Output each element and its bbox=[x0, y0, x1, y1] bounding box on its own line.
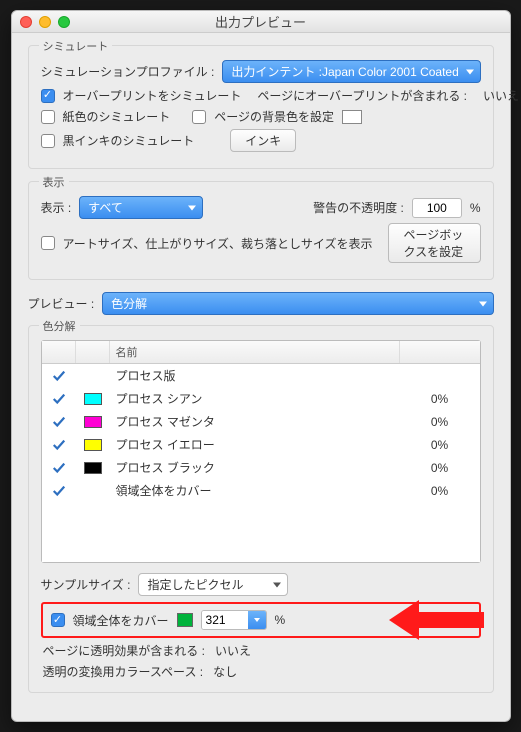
table-row[interactable]: プロセス イエロー0% bbox=[42, 433, 480, 456]
row-name: プロセス シアン bbox=[110, 388, 400, 409]
page-overprint-value: いいえ bbox=[483, 87, 519, 104]
transparency-value: いいえ bbox=[215, 642, 251, 659]
row-name: プロセス マゼンタ bbox=[110, 411, 400, 432]
pagebox-button[interactable]: ページボックスを設定 bbox=[388, 223, 480, 263]
row-name: 領域全体をカバー bbox=[110, 480, 400, 501]
coverage-combo[interactable] bbox=[201, 610, 267, 630]
color-chip bbox=[84, 439, 102, 451]
sample-label: サンプルサイズ : bbox=[41, 576, 131, 593]
display-group: 表示 表示 : すべて 警告の不透明度 : % アートサイズ、仕上がりサイズ、裁… bbox=[28, 181, 494, 280]
artsize-label: アートサイズ、仕上がりサイズ、裁ち落としサイズを表示 bbox=[63, 235, 373, 252]
window-title: 出力プレビュー bbox=[12, 12, 510, 31]
color-chip bbox=[84, 416, 102, 428]
sample-select[interactable]: 指定したピクセル bbox=[138, 573, 288, 596]
table-header: 名前 bbox=[42, 341, 480, 364]
color-chip bbox=[84, 462, 102, 474]
blackink-checkbox[interactable] bbox=[41, 134, 55, 148]
simulate-label: シミュレート bbox=[39, 38, 113, 54]
preview-value: 色分解 bbox=[111, 295, 147, 312]
color-chip bbox=[84, 393, 102, 405]
table-spacer bbox=[42, 502, 480, 562]
coverage-highlight: 領域全体をカバー % bbox=[41, 602, 481, 638]
separations-table: 名前 プロセス版プロセス シアン0%プロセス マゼンタ0%プロセス イエロー0%… bbox=[41, 340, 481, 563]
check-icon[interactable] bbox=[52, 461, 66, 475]
display-select[interactable]: すべて bbox=[79, 196, 203, 219]
check-icon[interactable] bbox=[52, 369, 66, 383]
row-value: 0% bbox=[400, 392, 480, 406]
colorspace-value: なし bbox=[213, 663, 237, 680]
check-icon[interactable] bbox=[52, 415, 66, 429]
table-row[interactable]: プロセス マゼンタ0% bbox=[42, 410, 480, 433]
bgcolor-label: ページの背景色を設定 bbox=[214, 108, 334, 125]
row-value: 0% bbox=[400, 438, 480, 452]
sample-value: 指定したピクセル bbox=[147, 576, 243, 593]
coverage-label: 領域全体をカバー bbox=[73, 612, 169, 629]
chevron-down-icon[interactable] bbox=[248, 611, 266, 629]
preview-label: プレビュー : bbox=[28, 295, 95, 312]
red-arrow-icon bbox=[389, 595, 489, 645]
artsize-checkbox[interactable] bbox=[41, 236, 55, 250]
header-name: 名前 bbox=[110, 341, 400, 363]
row-name: プロセス イエロー bbox=[110, 434, 400, 455]
row-name: プロセス版 bbox=[110, 365, 400, 386]
percent-1: % bbox=[470, 201, 481, 215]
display-group-label: 表示 bbox=[39, 174, 69, 190]
preview-select[interactable]: 色分解 bbox=[102, 292, 493, 315]
separations-group: 色分解 名前 プロセス版プロセス シアン0%プロセス マゼンタ0%プロセス イエ… bbox=[28, 325, 494, 693]
display-label: 表示 : bbox=[41, 199, 72, 216]
table-row[interactable]: 領域全体をカバー0% bbox=[42, 479, 480, 502]
bgcolor-checkbox[interactable] bbox=[192, 110, 206, 124]
ink-button[interactable]: インキ bbox=[230, 129, 296, 152]
percent-2: % bbox=[275, 613, 286, 627]
separations-label: 色分解 bbox=[39, 318, 80, 334]
overprint-checkbox[interactable] bbox=[41, 89, 55, 103]
simulate-group: シミュレート シミュレーションプロファイル : 出力インテント :Japan C… bbox=[28, 45, 494, 169]
overprint-label: オーバープリントをシミュレート bbox=[63, 87, 242, 104]
coverage-input[interactable] bbox=[202, 611, 248, 629]
page-overprint-label: ページにオーバープリントが含まれる : bbox=[257, 87, 467, 104]
row-name: プロセス ブラック bbox=[110, 457, 400, 478]
profile-value: 出力インテント :Japan Color 2001 Coated bbox=[231, 63, 458, 80]
content: シミュレート シミュレーションプロファイル : 出力インテント :Japan C… bbox=[12, 33, 510, 721]
coverage-swatch[interactable] bbox=[177, 613, 193, 627]
transparency-label: ページに透明効果が含まれる : bbox=[43, 642, 205, 659]
check-icon[interactable] bbox=[52, 438, 66, 452]
bgcolor-swatch[interactable] bbox=[342, 110, 362, 124]
check-icon[interactable] bbox=[52, 392, 66, 406]
row-value: 0% bbox=[400, 484, 480, 498]
table-row[interactable]: プロセス ブラック0% bbox=[42, 456, 480, 479]
paper-label: 紙色のシミュレート bbox=[63, 108, 171, 125]
titlebar[interactable]: 出力プレビュー bbox=[12, 11, 510, 33]
colorspace-label: 透明の変換用カラースペース : bbox=[43, 663, 204, 680]
profile-select[interactable]: 出力インテント :Japan Color 2001 Coated bbox=[222, 60, 480, 83]
table-row[interactable]: プロセス シアン0% bbox=[42, 387, 480, 410]
warning-opacity-label: 警告の不透明度 : bbox=[313, 199, 404, 216]
blackink-label: 黒インキのシミュレート bbox=[63, 132, 195, 149]
display-value: すべて bbox=[88, 199, 123, 216]
coverage-checkbox[interactable] bbox=[51, 613, 65, 627]
paper-checkbox[interactable] bbox=[41, 110, 55, 124]
check-icon[interactable] bbox=[52, 484, 66, 498]
profile-label: シミュレーションプロファイル : bbox=[41, 63, 215, 80]
table-row[interactable]: プロセス版 bbox=[42, 364, 480, 387]
window: 出力プレビュー シミュレート シミュレーションプロファイル : 出力インテント … bbox=[11, 10, 511, 722]
row-value: 0% bbox=[400, 461, 480, 475]
warning-opacity-input[interactable] bbox=[412, 198, 462, 218]
row-value: 0% bbox=[400, 415, 480, 429]
